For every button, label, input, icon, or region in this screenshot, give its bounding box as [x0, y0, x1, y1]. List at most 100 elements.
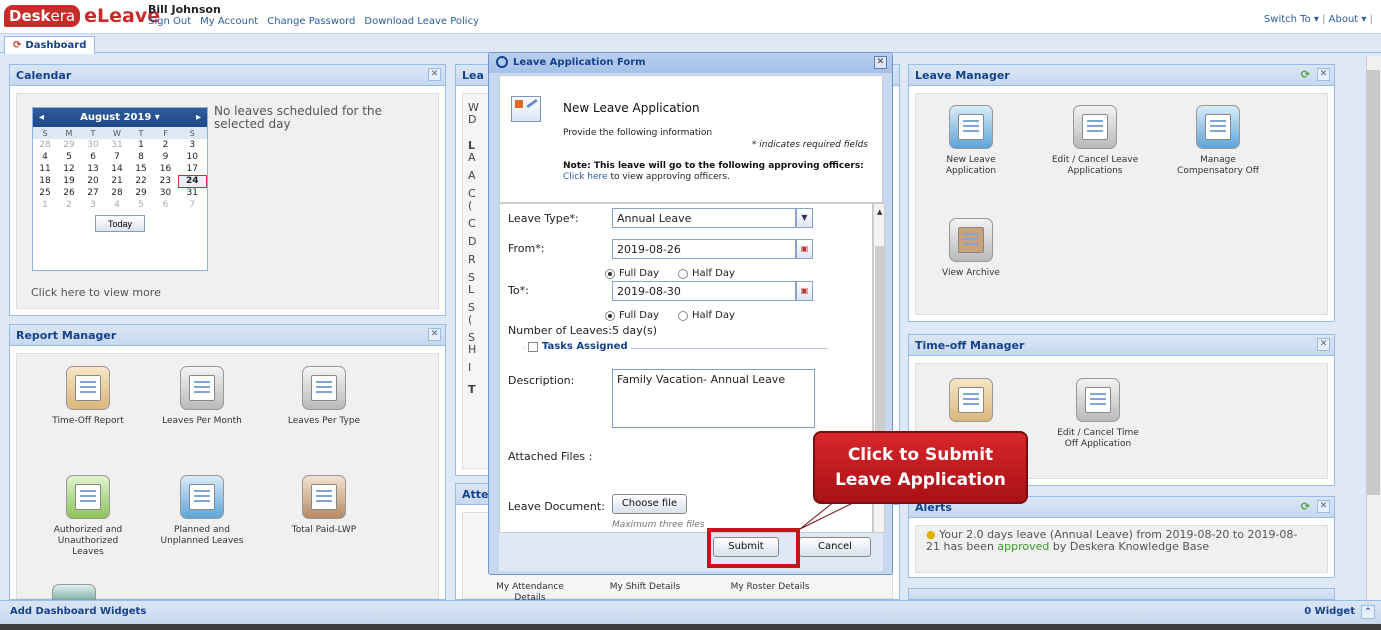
- calendar-day[interactable]: 8: [129, 151, 153, 163]
- add-widgets-link[interactable]: Add Dashboard Widgets: [10, 606, 146, 617]
- calendar-day[interactable]: 24: [177, 174, 208, 188]
- calendar-day[interactable]: 18: [33, 175, 57, 187]
- calendar-day[interactable]: 1: [33, 199, 57, 211]
- authorized-unauthorized-item[interactable]: Authorized and Unauthorized Leaves: [43, 475, 133, 558]
- calendar-day[interactable]: 9: [153, 151, 178, 163]
- calendar-day[interactable]: 6: [153, 199, 178, 211]
- click-here-link[interactable]: Click here: [563, 172, 608, 182]
- close-icon[interactable]: ✕: [1317, 500, 1330, 513]
- calendar-day[interactable]: 1: [129, 139, 153, 151]
- dialog-close-button[interactable]: ✕: [874, 56, 887, 69]
- calendar-day[interactable]: 10: [178, 151, 206, 163]
- user-name: Bill Johnson: [148, 3, 221, 16]
- deskera-logo[interactable]: Deskera eLeave: [4, 4, 160, 28]
- chevron-down-icon[interactable]: ▼: [796, 208, 813, 228]
- calendar-day[interactable]: 13: [81, 163, 105, 175]
- calendar-day[interactable]: 12: [57, 163, 81, 175]
- calendar-day[interactable]: 19: [57, 175, 81, 187]
- leaves-per-type-item[interactable]: Leaves Per Type: [279, 366, 369, 427]
- calendar-day[interactable]: 30: [81, 139, 105, 151]
- leave-type-select[interactable]: Annual Leave: [612, 208, 796, 228]
- from-date-input[interactable]: 2019-08-26: [612, 239, 796, 259]
- choose-file-button[interactable]: Choose file: [612, 494, 687, 514]
- calendar-icon[interactable]: ▣: [796, 281, 813, 301]
- calendar-icon[interactable]: ▣: [796, 239, 813, 259]
- leaves-per-month-item[interactable]: Leaves Per Month: [157, 366, 247, 427]
- close-icon[interactable]: ✕: [428, 68, 441, 81]
- edit-cancel-leave-item[interactable]: Edit / Cancel Leave Applications: [1050, 105, 1140, 177]
- from-half-day-radio[interactable]: Half Day: [678, 268, 735, 279]
- time-off-report-item[interactable]: Time-Off Report: [43, 366, 133, 427]
- my-roster-item[interactable]: My Roster Details: [725, 582, 815, 593]
- to-half-day-radio[interactable]: Half Day: [678, 310, 735, 321]
- calendar-day[interactable]: 21: [105, 175, 129, 187]
- refresh-icon[interactable]: ⟳: [1301, 68, 1310, 81]
- month-picker[interactable]: August 2019 ▾: [80, 112, 160, 123]
- calendar-day[interactable]: 16: [153, 163, 178, 175]
- calendar-day[interactable]: 30: [153, 187, 178, 199]
- calendar-day[interactable]: 6: [81, 151, 105, 163]
- manage-compensatory-item[interactable]: Manage Compensatory Off: [1173, 105, 1263, 177]
- tasks-assigned-toggle[interactable]: Tasks Assigned: [525, 341, 631, 352]
- switch-to-menu[interactable]: Switch To ▾: [1264, 14, 1319, 25]
- tab-dashboard[interactable]: ⟳ Dashboard: [4, 36, 96, 54]
- from-full-day-radio[interactable]: Full Day: [605, 268, 659, 279]
- calendar-day[interactable]: 20: [81, 175, 105, 187]
- calendar-day[interactable]: 31: [178, 187, 206, 199]
- calendar-day[interactable]: 17: [178, 163, 206, 175]
- change-password-link[interactable]: Change Password: [267, 16, 355, 27]
- calendar-day[interactable]: 5: [57, 151, 81, 163]
- to-date-input[interactable]: 2019-08-30: [612, 281, 796, 301]
- close-icon[interactable]: ✕: [428, 328, 441, 341]
- calendar-day[interactable]: 25: [33, 187, 57, 199]
- refresh-icon[interactable]: ⟳: [1301, 500, 1310, 513]
- my-shift-item[interactable]: My Shift Details: [600, 582, 690, 593]
- tasks-checkbox[interactable]: [528, 341, 538, 352]
- total-paid-lwp-item[interactable]: Total Paid-LWP: [279, 475, 369, 536]
- download-policy-link[interactable]: Download Leave Policy: [364, 16, 479, 27]
- view-archive-item[interactable]: View Archive: [926, 218, 1016, 279]
- calendar-day[interactable]: 15: [129, 163, 153, 175]
- page-scrollbar-thumb[interactable]: [1367, 70, 1380, 495]
- scroll-up-icon[interactable]: ▲: [877, 208, 882, 216]
- calendar-day[interactable]: 3: [81, 199, 105, 211]
- close-icon[interactable]: ✕: [1317, 338, 1330, 351]
- calendar-day[interactable]: 3: [178, 139, 206, 151]
- calendar-day[interactable]: 11: [33, 163, 57, 175]
- to-full-day-radio[interactable]: Full Day: [605, 310, 659, 321]
- sign-out-link[interactable]: Sign Out: [148, 16, 191, 27]
- edit-cancel-timeoff-item[interactable]: Edit / Cancel Time Off Application: [1053, 378, 1143, 450]
- calendar-day[interactable]: 14: [105, 163, 129, 175]
- calendar-day[interactable]: 7: [178, 199, 206, 211]
- next-month-icon[interactable]: ▸: [196, 108, 201, 127]
- calendar-day[interactable]: 2: [57, 199, 81, 211]
- calendar-day[interactable]: 4: [33, 151, 57, 163]
- prev-month-icon[interactable]: ◂: [39, 108, 44, 127]
- calendar-day[interactable]: 22: [129, 175, 153, 187]
- timeoff-request-item[interactable]: [926, 378, 1016, 428]
- calendar-day[interactable]: 2: [153, 139, 178, 151]
- form-edit-icon: [511, 96, 541, 122]
- calendar-day[interactable]: 26: [57, 187, 81, 199]
- calendar-day[interactable]: 29: [129, 187, 153, 199]
- calendar-day[interactable]: 4: [105, 199, 129, 211]
- calendar-day[interactable]: 31: [105, 139, 129, 151]
- calendar-day[interactable]: 29: [57, 139, 81, 151]
- calendar-day[interactable]: 7: [105, 151, 129, 163]
- dialog-title[interactable]: Leave Application Form: [489, 53, 892, 73]
- description-textarea[interactable]: Family Vacation- Annual Leave: [612, 369, 815, 428]
- calendar-day[interactable]: 28: [33, 139, 57, 151]
- my-account-link[interactable]: My Account: [200, 16, 258, 27]
- calendar-day[interactable]: 5: [129, 199, 153, 211]
- view-more-link[interactable]: Click here to view more: [31, 286, 161, 299]
- calendar-day[interactable]: 27: [81, 187, 105, 199]
- about-menu[interactable]: About ▾: [1329, 14, 1367, 25]
- new-leave-application-item[interactable]: New Leave Application: [926, 105, 1016, 177]
- planned-unplanned-item[interactable]: Planned and Unplanned Leaves: [157, 475, 247, 547]
- today-button[interactable]: Today: [95, 215, 145, 232]
- close-icon[interactable]: ✕: [1317, 68, 1330, 81]
- calendar-day[interactable]: 23: [153, 175, 178, 187]
- calendar-day[interactable]: 28: [105, 187, 129, 199]
- expand-icon[interactable]: ⌃: [1361, 605, 1375, 619]
- cancel-button[interactable]: Cancel: [799, 537, 871, 557]
